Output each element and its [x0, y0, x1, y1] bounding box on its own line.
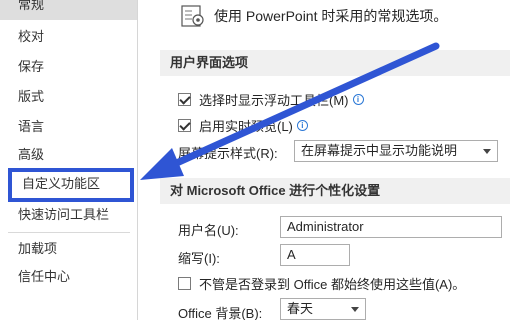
- nav-item-customize-ribbon[interactable]: 自定义功能区: [8, 168, 134, 202]
- options-icon: [180, 3, 206, 29]
- options-content: 使用 PowerPoint 时采用的常规选项。 用户界面选项 选择时显示浮动工具…: [150, 0, 510, 320]
- section-header-ui-options: 用户界面选项: [160, 50, 510, 76]
- mini-toolbar-label: 选择时显示浮动工具栏(M): [199, 93, 349, 108]
- chevron-down-icon: [351, 307, 359, 312]
- office-background-select[interactable]: 春天: [280, 298, 366, 320]
- screentip-style-label: 屏幕提示样式(R):: [178, 146, 278, 161]
- nav-item-quick-access-toolbar[interactable]: 快速访问工具栏: [0, 200, 137, 230]
- nav-item-proofing[interactable]: 校对: [0, 22, 137, 52]
- live-preview-row: 启用实时预览(L) i: [178, 116, 308, 135]
- office-background-value: 春天: [287, 301, 314, 316]
- nav-item-general[interactable]: 常规: [0, 0, 137, 20]
- chevron-down-icon: [483, 149, 491, 154]
- initials-label: 缩写(I):: [178, 251, 220, 266]
- intro-row: 使用 PowerPoint 时采用的常规选项。: [180, 2, 447, 30]
- nav-item-advanced[interactable]: 高级: [0, 140, 137, 170]
- live-preview-checkbox[interactable]: [178, 119, 191, 132]
- screentip-style-value: 在屏幕提示中显示功能说明: [301, 143, 458, 158]
- mini-toolbar-checkbox[interactable]: [178, 93, 191, 106]
- username-label: 用户名(U):: [178, 223, 239, 238]
- mini-toolbar-row: 选择时显示浮动工具栏(M) i: [178, 90, 364, 109]
- live-preview-label: 启用实时预览(L): [199, 119, 293, 134]
- always-use-row: 不管是否登录到 Office 都始终使用这些值(A)。: [178, 274, 465, 293]
- nav-item-save[interactable]: 保存: [0, 52, 137, 82]
- office-background-label: Office 背景(B):: [178, 306, 263, 320]
- always-use-checkbox[interactable]: [178, 277, 191, 290]
- nav-item-language[interactable]: 语言: [0, 112, 137, 142]
- nav-item-layout[interactable]: 版式: [0, 82, 137, 112]
- nav-item-add-ins[interactable]: 加载项: [0, 234, 137, 264]
- options-nav: 常规 校对 保存 版式 语言 高级 自定义功能区 快速访问工具栏 加载项 信任中…: [0, 0, 138, 320]
- screentip-style-select[interactable]: 在屏幕提示中显示功能说明: [294, 140, 498, 162]
- nav-divider: [8, 232, 130, 233]
- info-icon: i: [352, 94, 364, 105]
- always-use-label: 不管是否登录到 Office 都始终使用这些值(A)。: [199, 277, 466, 292]
- info-icon: i: [296, 120, 308, 131]
- section-header-personalize: 对 Microsoft Office 进行个性化设置: [160, 178, 510, 204]
- initials-input[interactable]: A: [280, 244, 350, 266]
- username-input[interactable]: Administrator: [280, 216, 502, 238]
- intro-text: 使用 PowerPoint 时采用的常规选项。: [214, 8, 448, 24]
- nav-item-trust-center[interactable]: 信任中心: [0, 262, 137, 292]
